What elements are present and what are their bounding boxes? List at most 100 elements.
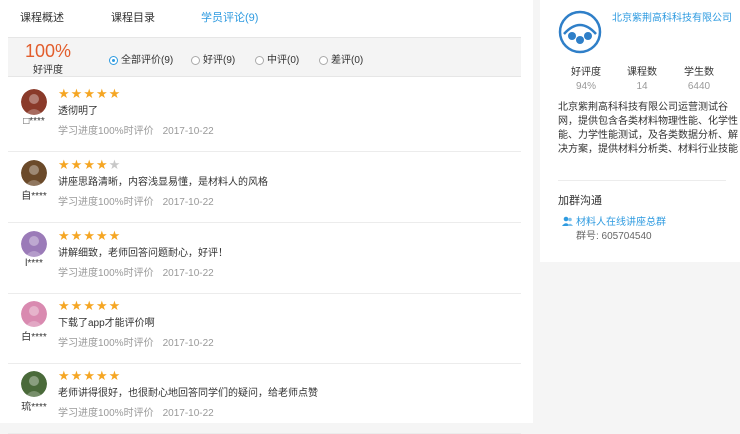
star-icon: ★	[95, 86, 109, 101]
rating-stars: ★★★★★	[58, 87, 121, 100]
avatar[interactable]	[21, 301, 47, 327]
star-icon: ★	[108, 368, 122, 383]
star-icon: ★	[70, 228, 84, 243]
avatar[interactable]	[21, 371, 47, 397]
company-name-link[interactable]: 北京紫荆高科科技有限公司	[612, 11, 736, 26]
rating-stars: ★★★★★	[58, 158, 121, 171]
filter-negative-reviews[interactable]: 差评(0)	[319, 51, 364, 66]
review-comment: 老师讲得很好，也很耐心地回答同学们的疑问，给老师点赞	[58, 388, 318, 399]
stat-label: 学生数	[684, 67, 714, 78]
filter-all-label: 全部评价(9)	[121, 55, 174, 66]
radio-icon	[191, 56, 200, 65]
teacher-sidebar: 北京紫荆高科科技有限公司 好评度 94% 课程数 14 学生数 6440 北京紫…	[540, 0, 740, 262]
filter-neutral-reviews[interactable]: 中评(0)	[255, 51, 300, 66]
join-group-title: 加群沟通	[558, 195, 602, 207]
review-comment: 下载了app才能评价啊	[58, 318, 155, 329]
radio-selected-icon	[109, 56, 118, 65]
review-meta: 学习进度100%时评价 2017-10-22	[58, 334, 223, 349]
filter-positive-reviews[interactable]: 好评(9)	[191, 51, 236, 66]
star-icon: ★	[58, 228, 71, 243]
star-icon: ★	[83, 228, 96, 243]
review-date: 2017-10-22	[162, 268, 214, 279]
company-logo-icon[interactable]	[558, 10, 602, 54]
star-icon: ★	[108, 86, 122, 101]
review-meta: 学习进度100%时评价 2017-10-22	[58, 264, 223, 279]
review-comment: 讲座思路清晰，内容浅显易懂，是材料人的风格	[58, 177, 268, 188]
stat-value: 6440	[687, 81, 711, 92]
star-icon: ★	[70, 298, 84, 313]
positive-rate-label: 好评度	[33, 65, 63, 76]
review-row: □**** ★★★★★ 透彻明了 学习进度100%时评价 2017-10-22	[8, 80, 521, 152]
stat-label: 好评度	[571, 67, 601, 78]
review-filter-bar: 100% 好评度 全部评价(9) 好评(9) 中评(0) 差评(0)	[8, 37, 521, 77]
star-icon: ★	[95, 298, 109, 313]
star-icon: ★	[83, 157, 96, 172]
review-username: 自****	[21, 191, 47, 202]
tab-student-reviews[interactable]: 学员评论(9)	[201, 9, 258, 25]
rating-stars: ★★★★★	[58, 369, 121, 382]
rating-stars: ★★★★★	[58, 299, 121, 312]
rating-stars: ★★★★★	[58, 229, 121, 242]
course-tabs: 课程概述 课程目录 学员评论(9)	[0, 0, 533, 34]
stat-value: 14	[636, 81, 648, 92]
filter-all-reviews[interactable]: 全部评价(9)	[109, 51, 174, 66]
filter-neutral-label: 中评(0)	[267, 55, 300, 66]
star-icon: ★	[58, 368, 71, 383]
review-row: l**** ★★★★★ 讲解细致，老师回答问题耐心，好评！ 学习进度100%时评价 20…	[8, 222, 521, 294]
company-description: 北京紫荆高科科技有限公司运营测试谷网，提供包含各类材料物理性能、化学性能、力学性…	[558, 102, 738, 155]
star-icon: ★	[58, 157, 71, 172]
filter-positive-label: 好评(9)	[203, 55, 236, 66]
group-link[interactable]: 材料人在线讲座总群	[562, 213, 666, 228]
group-number: 群号: 605704540	[576, 231, 652, 242]
star-icon: ★	[83, 368, 96, 383]
review-username: □****	[23, 116, 45, 127]
group-users-icon	[562, 216, 573, 226]
review-progress: 学习进度100%时评价	[58, 126, 154, 137]
review-username: 琉****	[21, 402, 47, 413]
review-meta: 学习进度100%时评价 2017-10-22	[58, 404, 223, 419]
star-icon: ★	[108, 298, 122, 313]
review-row: 自**** ★★★★★ 讲座思路清晰，内容浅显易懂，是材料人的风格 学习进度100%时…	[8, 151, 521, 223]
review-comment: 讲解细致，老师回答问题耐心，好评！	[58, 248, 228, 259]
stat-value: 94%	[575, 81, 596, 92]
filter-negative-label: 差评(0)	[331, 55, 364, 66]
review-comment: 透彻明了	[58, 106, 98, 117]
review-date: 2017-10-22	[162, 197, 214, 208]
stat-label: 课程数	[627, 67, 657, 78]
star-icon: ★	[83, 86, 96, 101]
radio-icon	[255, 56, 264, 65]
avatar[interactable]	[21, 89, 47, 115]
positive-rate-value: 100%	[24, 41, 72, 61]
review-row: 白**** ★★★★★ 下载了app才能评价啊 学习进度100%时评价 2017-10-…	[8, 292, 521, 364]
star-icon: ★	[95, 228, 109, 243]
star-icon: ★	[58, 298, 71, 313]
review-date: 2017-10-22	[162, 338, 214, 349]
star-icon: ★	[83, 298, 96, 313]
star-icon: ★	[95, 368, 109, 383]
review-meta: 学习进度100%时评价 2017-10-22	[58, 193, 223, 208]
tab-course-catalog[interactable]: 课程目录	[111, 9, 155, 25]
star-icon: ★	[70, 157, 84, 172]
review-progress: 学习进度100%时评价	[58, 197, 154, 208]
review-row: 琉**** ★★★★★ 老师讲得很好，也很耐心地回答同学们的疑问，给老师点赞 学习进度…	[8, 362, 521, 434]
radio-icon	[319, 56, 328, 65]
divider	[558, 180, 726, 181]
star-icon: ★	[108, 157, 122, 172]
star-icon: ★	[70, 86, 84, 101]
review-username: 白****	[21, 332, 47, 343]
avatar[interactable]	[21, 231, 47, 257]
review-progress: 学习进度100%时评价	[58, 338, 154, 349]
star-icon: ★	[108, 228, 122, 243]
star-icon: ★	[58, 86, 71, 101]
stat-student-count: 学生数 6440	[679, 63, 719, 92]
course-main-panel: 课程概述 课程目录 学员评论(9) 100% 好评度 全部评价(9) 好评(9)…	[0, 0, 533, 434]
review-progress: 学习进度100%时评价	[58, 408, 154, 419]
star-icon: ★	[95, 157, 109, 172]
stat-course-count: 课程数 14	[622, 63, 662, 92]
review-username: l****	[25, 258, 43, 269]
review-date: 2017-10-22	[162, 126, 214, 137]
avatar[interactable]	[21, 160, 47, 186]
tab-course-overview[interactable]: 课程概述	[20, 9, 64, 25]
review-meta: 学习进度100%时评价 2017-10-22	[58, 122, 223, 137]
review-date: 2017-10-22	[162, 408, 214, 419]
